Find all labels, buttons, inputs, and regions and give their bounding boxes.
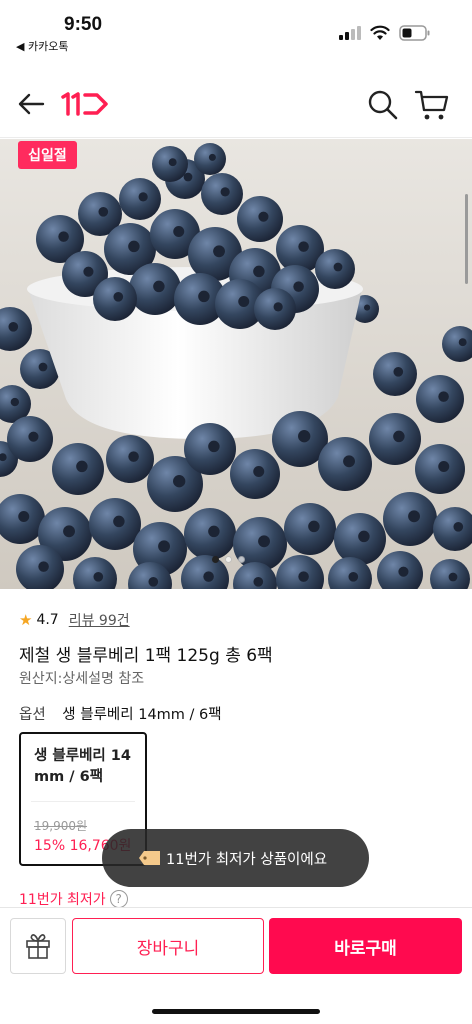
wifi-icon <box>370 25 390 40</box>
blueberry-crown <box>128 240 140 253</box>
bottom-action-bar: 장바구니 바로구매 <box>0 907 472 1024</box>
blueberry-crown <box>298 571 309 582</box>
blueberry-crown <box>273 302 283 312</box>
blueberry-crown <box>308 520 320 533</box>
review-link[interactable]: 리뷰 99건 <box>69 610 130 630</box>
product-image[interactable] <box>0 139 472 589</box>
lowest-price-label: 11번가 최저가 <box>19 892 106 908</box>
blueberry-crown <box>83 266 94 277</box>
blueberry-crown <box>203 571 214 582</box>
blueberry-crown <box>253 576 264 587</box>
scroll-indicator <box>465 194 468 284</box>
blueberry-crown <box>10 397 20 407</box>
back-arrow-icon[interactable] <box>16 90 46 118</box>
buy-now-button[interactable]: 바로구매 <box>269 918 462 974</box>
blueberry-crown <box>448 572 458 582</box>
blueberry-crown <box>128 451 139 462</box>
blueberry-crown <box>253 265 265 278</box>
blueberry-crown <box>258 211 269 222</box>
blueberry-crown <box>208 525 220 538</box>
blueberry-crown <box>158 540 170 553</box>
blueberry-crown <box>393 430 405 443</box>
blueberry-crown <box>293 281 304 292</box>
option-card-name: 생 블루베리 14mm / 6팩 <box>34 748 131 785</box>
option-value: 생 블루베리 14mm / 6팩 <box>62 707 222 723</box>
blueberry-crown <box>364 304 371 311</box>
image-pagination[interactable] <box>212 556 245 563</box>
home-indicator <box>152 1009 320 1014</box>
blueberry-crown <box>63 525 75 538</box>
blueberry-crown <box>258 535 270 548</box>
blueberry-crown <box>113 515 125 528</box>
pagination-dot[interactable] <box>225 556 232 563</box>
search-icon[interactable] <box>367 88 399 122</box>
cart-icon[interactable] <box>414 88 450 122</box>
divider <box>31 801 135 802</box>
blueberry-crown <box>213 245 225 258</box>
blueberry-crown <box>253 466 265 477</box>
blueberry-crown <box>153 280 165 293</box>
price-tag-icon <box>139 851 160 865</box>
blueberry-crown <box>348 571 359 582</box>
blueberry-crown <box>28 431 39 442</box>
status-time: 9:50 <box>64 14 103 35</box>
gift-icon <box>26 934 50 959</box>
lowest-price-row: 11번가 최저가 ? <box>19 889 128 909</box>
rating-row: ★ 4.7 리뷰 99건 <box>19 610 130 630</box>
blueberry-crown <box>38 561 49 572</box>
option-row: 옵션 생 블루베리 14mm / 6팩 <box>19 703 222 724</box>
top-nav <box>0 70 472 138</box>
promo-badge: 십일절 <box>18 141 77 169</box>
blueberry-crown <box>220 187 230 197</box>
blueberry-crown <box>58 231 69 242</box>
toast-text: 11번가 최저가 상품이에요 <box>166 851 328 868</box>
original-price: 19,900원 <box>34 819 88 833</box>
blueberry-crown <box>93 571 104 582</box>
pagination-dot[interactable] <box>212 556 219 563</box>
blueberry-crown <box>458 338 467 347</box>
blueberry-crown <box>18 511 30 522</box>
battery-icon <box>399 25 430 41</box>
pagination-dot[interactable] <box>238 556 245 563</box>
blueberry-crown <box>453 521 464 532</box>
blueberry-crown <box>358 530 370 543</box>
blueberry-crown <box>173 475 186 488</box>
product-origin: 원산지:상세설명 참조 <box>19 671 145 687</box>
blueberry-crown <box>343 455 355 468</box>
blueberry-crown <box>208 153 216 161</box>
brand-logo[interactable] <box>60 90 110 118</box>
blueberry-crown <box>333 262 343 272</box>
status-bar: 9:50 ◀ 카카오톡 <box>0 0 472 64</box>
blueberry-crown <box>298 241 309 252</box>
blueberry-crown <box>98 206 109 217</box>
option-label: 옵션 <box>19 707 46 723</box>
blueberry-crown <box>198 290 210 303</box>
help-icon[interactable]: ? <box>109 890 128 908</box>
blueberry-crown <box>298 430 311 443</box>
blueberry-crown <box>438 461 450 472</box>
blueberry-crown <box>393 366 404 377</box>
blueberry-crown <box>408 510 420 523</box>
gift-button[interactable] <box>10 918 66 974</box>
blueberry-crown <box>438 391 449 402</box>
rating-value: 4.7 <box>36 612 59 628</box>
signal-icon <box>339 26 361 40</box>
blueberry-crown <box>398 566 409 577</box>
blueberry-crown <box>208 440 220 453</box>
blueberry-crown <box>148 576 159 587</box>
add-to-cart-button[interactable]: 장바구니 <box>72 918 264 974</box>
blueberry-crown <box>76 460 88 473</box>
back-to-app-link[interactable]: ◀ 카카오톡 <box>16 38 68 54</box>
blueberry-crown <box>173 226 185 237</box>
toast-message: 11번가 최저가 상품이에요 <box>102 829 369 887</box>
blueberry-photo <box>0 139 472 589</box>
blueberry-crown <box>113 291 124 302</box>
blueberry-crown <box>8 321 19 332</box>
blueberry-crown <box>38 362 48 372</box>
blueberry-crown <box>168 158 177 167</box>
blueberry-crown <box>238 296 250 307</box>
blueberry-crown <box>138 192 148 202</box>
product-title: 제철 생 블루베리 1팩 125g 총 6팩 <box>19 646 273 666</box>
star-icon: ★ <box>19 611 33 629</box>
